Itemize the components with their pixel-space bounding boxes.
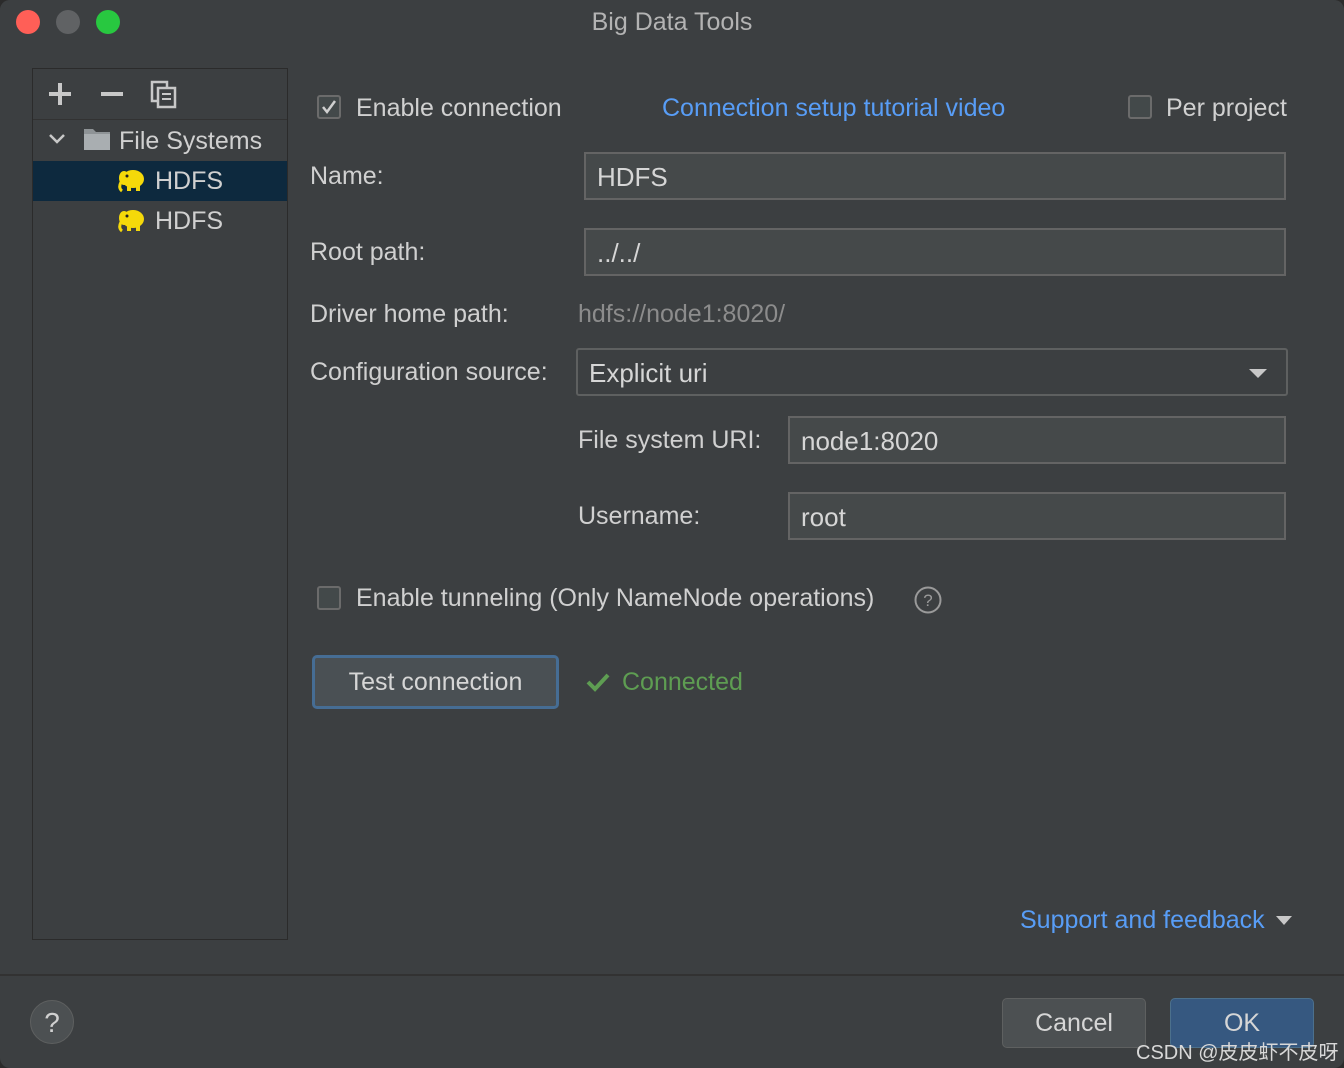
per-project-checkbox[interactable] (1128, 95, 1152, 119)
tutorial-video-link[interactable]: Connection setup tutorial video (662, 94, 1005, 123)
tree-item-hdfs-1[interactable]: HDFS (33, 161, 287, 201)
watermark: CSDN @皮皮虾不皮呀 (1136, 1042, 1339, 1064)
file-system-uri-label: File system URI: (578, 426, 762, 454)
username-input[interactable]: root (788, 492, 1286, 540)
test-connection-button[interactable]: Test connection (312, 655, 559, 709)
configuration-source-select[interactable]: Explicit uri (576, 348, 1288, 396)
driver-home-path-value: hdfs://node1:8020/ (578, 300, 786, 328)
window-title: Big Data Tools (591, 8, 753, 36)
support-feedback-label: Support and feedback (1020, 906, 1265, 934)
tree-item-label: HDFS (155, 207, 224, 235)
configuration-source-value: Explicit uri (589, 358, 708, 388)
root-path-input[interactable]: ../../ (584, 228, 1286, 276)
support-feedback-link[interactable]: Support and feedback (1020, 906, 1292, 935)
enable-tunneling-checkbox[interactable] (317, 586, 341, 610)
title-bar: Big Data Tools (0, 0, 1344, 46)
root-path-value: ../../ (597, 238, 641, 268)
username-value: root (801, 502, 846, 532)
dropdown-arrow-icon (1249, 369, 1267, 378)
footer-separator (0, 974, 1344, 976)
checkmark-icon (322, 100, 337, 115)
tree-item-hdfs-2[interactable]: HDFS (33, 201, 287, 241)
svg-text:?: ? (923, 591, 932, 610)
hadoop-elephant-icon (117, 166, 147, 201)
add-icon[interactable] (45, 79, 75, 109)
check-icon (586, 670, 610, 694)
hadoop-elephant-icon (117, 206, 147, 241)
username-label: Username: (578, 502, 701, 530)
file-system-uri-value: node1:8020 (801, 426, 939, 456)
file-system-uri-input[interactable]: node1:8020 (788, 416, 1286, 464)
cancel-button[interactable]: Cancel (1002, 998, 1146, 1048)
per-project-label[interactable]: Per project (1166, 94, 1287, 123)
tree-item-label: HDFS (155, 167, 224, 195)
chevron-down-icon[interactable] (47, 127, 67, 156)
name-input[interactable]: HDFS (584, 152, 1286, 200)
configuration-source-label: Configuration source: (310, 358, 548, 386)
help-circle-icon[interactable]: ? (914, 586, 942, 614)
connection-status: Connected (622, 668, 743, 696)
folder-icon (83, 125, 111, 158)
tree-group-file-systems[interactable]: File Systems (33, 121, 287, 161)
tree-group-label: File Systems (119, 127, 263, 155)
chevron-down-icon (1275, 916, 1292, 926)
sidebar-toolbar (33, 69, 287, 120)
driver-home-path-label: Driver home path: (310, 300, 509, 328)
enable-connection-label[interactable]: Enable connection (356, 94, 562, 123)
help-button[interactable]: ? (30, 1000, 74, 1044)
connections-sidebar: File Systems HDFS HDFS (32, 68, 288, 940)
enable-tunneling-label[interactable]: Enable tunneling (Only NameNode operatio… (356, 584, 874, 613)
name-value: HDFS (597, 162, 668, 192)
remove-icon[interactable] (97, 79, 127, 109)
copy-icon[interactable] (149, 79, 179, 109)
root-path-label: Root path: (310, 238, 426, 266)
enable-connection-checkbox[interactable] (317, 95, 341, 119)
name-label: Name: (310, 162, 384, 190)
dialog-window: Big Data Tools File Systems HDFS HDFS En… (0, 0, 1344, 1068)
